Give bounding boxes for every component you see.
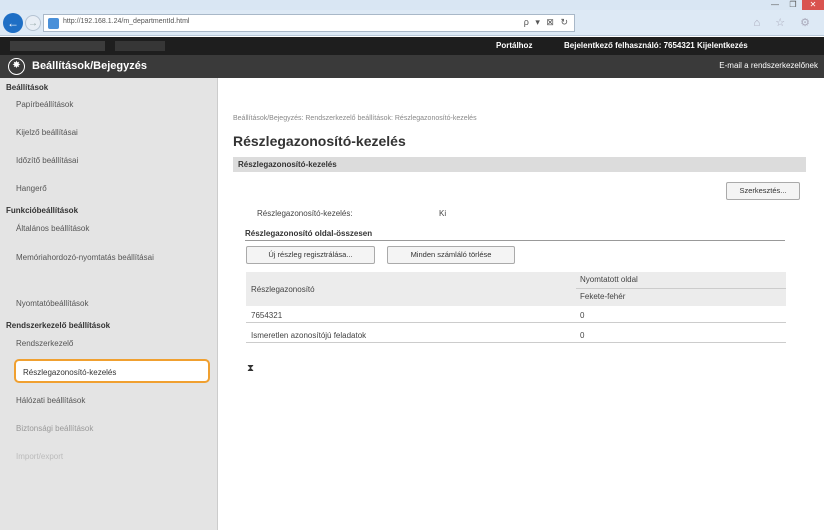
back-arrow-icon[interactable]: ← — [3, 13, 23, 33]
close-icon[interactable]: ✕ — [802, 0, 824, 10]
minimize-icon[interactable]: — — [766, 0, 784, 10]
app-header: ✸ Beállítások/Bejegyzés E-mail a rendsze… — [0, 55, 824, 78]
status-label: Részlegazonosító-kezelés: — [257, 209, 353, 218]
header-divider — [576, 288, 786, 289]
sidebar-item-media-print[interactable]: Memóriahordozó-nyomtatás beállításai — [16, 252, 186, 263]
col-printed-pages: Nyomtatott oldal — [580, 275, 638, 284]
row-page-count: 0 — [580, 311, 585, 320]
status-value: Ki — [439, 209, 447, 218]
app-topbar: Portálhoz Bejelentkező felhasználó: 7654… — [0, 37, 824, 55]
address-controls[interactable]: ρ ▾ ⊠ ↻ — [524, 17, 570, 28]
sidebar-item-volume[interactable]: Hangerő — [16, 184, 47, 193]
breadcrumb: Beállítások/Bejegyzés: Rendszerkezelő be… — [233, 115, 477, 122]
row-department-id: 7654321 — [251, 311, 283, 320]
sidebar-group-admin: Rendszerkezelő beállítások — [6, 321, 111, 330]
sidebar-item-display[interactable]: Kijelző beállításai — [16, 128, 78, 137]
subsection-divider — [245, 240, 785, 241]
section-header: Részlegazonosító-kezelés — [233, 157, 806, 172]
sidebar-item-timer[interactable]: Időzítő beállításai — [16, 156, 78, 165]
sidebar: Beállítások Papírbeállítások Kijelző beá… — [0, 78, 218, 530]
sidebar-item-network[interactable]: Hálózati beállítások — [16, 396, 85, 405]
top-marker-icon[interactable]: ⧗ — [247, 363, 254, 374]
sidebar-item-general[interactable]: Általános beállítások — [16, 224, 89, 233]
row-department-id: Ismeretlen azonosítójú feladatok — [251, 331, 367, 340]
register-department-button[interactable]: Új részleg regisztrálása... — [246, 246, 375, 264]
device-name-blurred — [10, 41, 105, 51]
clear-counters-button[interactable]: Minden számláló törlése — [387, 246, 515, 264]
settings-icon: ✸ — [8, 58, 25, 75]
col-black-white: Fekete-fehér — [580, 292, 626, 301]
sidebar-group-settings: Beállítások — [6, 83, 49, 92]
sidebar-item-import-export[interactable]: Import/export — [16, 452, 63, 461]
table-row: Ismeretlen azonosítójú feladatok 0 — [246, 328, 786, 343]
sidebar-item-security[interactable]: Biztonsági beállítások — [16, 424, 93, 433]
subsection-title: Részlegazonosító oldal-összesen — [245, 229, 373, 238]
sidebar-group-functions: Funkcióbeállítások — [6, 206, 79, 215]
browser-toolbar-icons[interactable]: ⌂ ☆ ⚙ — [754, 16, 816, 29]
portal-link[interactable]: Portálhoz — [496, 41, 532, 50]
email-admin-link[interactable]: E-mail a rendszerkezelőnek — [719, 61, 818, 70]
section-title: Részlegazonosító-kezelés — [238, 160, 337, 169]
table-header: Részlegazonosító Nyomtatott oldal Fekete… — [246, 272, 786, 306]
url-text[interactable]: http://192.168.1.24/m_departmentId.html — [63, 18, 189, 25]
page-title: Részlegazonosító-kezelés — [233, 133, 406, 149]
main-content: Beállítások/Bejegyzés: Rendszerkezelő be… — [219, 78, 824, 530]
address-bar[interactable]: http://192.168.1.24/m_departmentId.html … — [43, 14, 575, 32]
row-page-count: 0 — [580, 331, 585, 340]
device-location-blurred — [115, 41, 165, 51]
browser-navbar: ← → http://192.168.1.24/m_departmentId.h… — [0, 10, 824, 36]
table-row: 7654321 0 — [246, 308, 786, 323]
sidebar-item-printer[interactable]: Nyomtatóbeállítások — [16, 299, 88, 308]
header-title: Beállítások/Bejegyzés — [32, 60, 147, 72]
edit-button[interactable]: Szerkesztés... — [726, 182, 800, 200]
sidebar-item-paper[interactable]: Papírbeállítások — [16, 100, 73, 109]
maximize-icon[interactable]: ❐ — [784, 0, 802, 10]
forward-arrow-icon[interactable]: → — [25, 15, 41, 31]
sidebar-item-admin[interactable]: Rendszerkezelő — [16, 339, 73, 348]
page-icon — [48, 18, 59, 29]
col-department-id: Részlegazonosító — [251, 285, 315, 294]
browser-titlebar: — ❐ ✕ — [0, 0, 824, 10]
user-info[interactable]: Bejelentkező felhasználó: 7654321 Kijele… — [564, 41, 748, 50]
sidebar-item-department-id[interactable]: Részlegazonosító-kezelés — [14, 359, 210, 383]
